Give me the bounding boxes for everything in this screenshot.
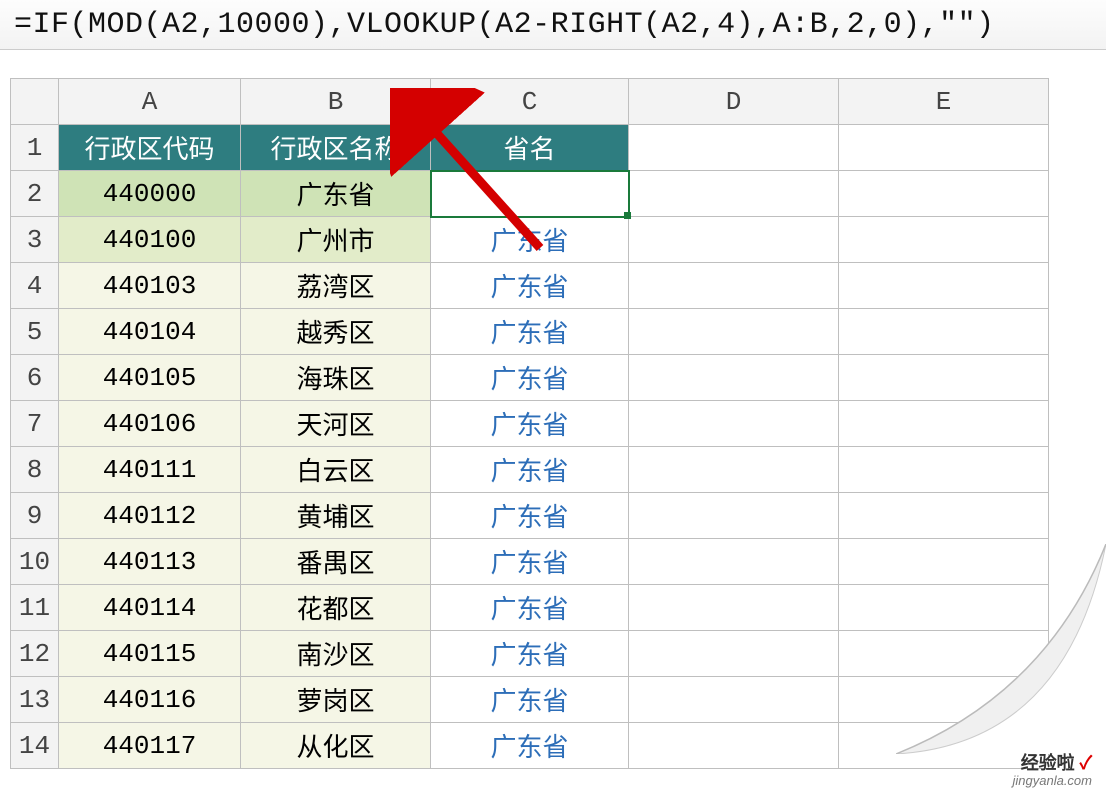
cell[interactable]: 从化区	[241, 723, 431, 769]
cell[interactable]	[629, 125, 839, 171]
col-header-d[interactable]: D	[629, 79, 839, 125]
cell[interactable]: 广东省	[431, 539, 629, 585]
cell[interactable]	[629, 677, 839, 723]
row-header[interactable]: 12	[11, 631, 59, 677]
check-icon: ✓	[1080, 753, 1092, 773]
cell[interactable]: 白云区	[241, 447, 431, 493]
cell[interactable]: 广东省	[431, 355, 629, 401]
cell[interactable]: 番禺区	[241, 539, 431, 585]
cell[interactable]	[629, 309, 839, 355]
cell[interactable]: 440000	[59, 171, 241, 217]
cell[interactable]: 广东省	[431, 493, 629, 539]
row-header[interactable]: 7	[11, 401, 59, 447]
cell[interactable]: 440115	[59, 631, 241, 677]
row-header[interactable]: 5	[11, 309, 59, 355]
cell[interactable]: 黄埔区	[241, 493, 431, 539]
cell[interactable]	[629, 631, 839, 677]
cell[interactable]	[839, 631, 1049, 677]
cell[interactable]	[839, 447, 1049, 493]
formula-bar[interactable]: =IF(MOD(A2,10000),VLOOKUP(A2-RIGHT(A2,4)…	[0, 0, 1106, 50]
watermark-url: jingyanla.com	[1013, 774, 1093, 788]
cell[interactable]: 花都区	[241, 585, 431, 631]
cell[interactable]	[629, 401, 839, 447]
cell[interactable]: 440117	[59, 723, 241, 769]
cell[interactable]	[629, 217, 839, 263]
cell[interactable]: 广东省	[431, 585, 629, 631]
cell[interactable]	[839, 171, 1049, 217]
cell[interactable]	[839, 217, 1049, 263]
cell[interactable]: 440113	[59, 539, 241, 585]
col-header-e[interactable]: E	[839, 79, 1049, 125]
formula-text: =IF(MOD(A2,10000),VLOOKUP(A2-RIGHT(A2,4)…	[14, 8, 995, 42]
cell[interactable]: 萝岗区	[241, 677, 431, 723]
cell[interactable]: 越秀区	[241, 309, 431, 355]
cell[interactable]	[839, 309, 1049, 355]
select-all-corner[interactable]	[11, 79, 59, 125]
row-header[interactable]: 13	[11, 677, 59, 723]
cell[interactable]	[839, 125, 1049, 171]
cell[interactable]	[629, 447, 839, 493]
row-header[interactable]: 1	[11, 125, 59, 171]
cell[interactable]	[839, 493, 1049, 539]
cell[interactable]	[629, 355, 839, 401]
active-cell[interactable]	[431, 171, 629, 217]
cell[interactable]	[629, 493, 839, 539]
cell[interactable]: 440111	[59, 447, 241, 493]
cell[interactable]: 440104	[59, 309, 241, 355]
cell[interactable]	[629, 263, 839, 309]
row-header[interactable]: 9	[11, 493, 59, 539]
cell[interactable]	[629, 585, 839, 631]
row-header[interactable]: 10	[11, 539, 59, 585]
row-header[interactable]: 2	[11, 171, 59, 217]
cell[interactable]: 广东省	[431, 217, 629, 263]
cell[interactable]: 440105	[59, 355, 241, 401]
cell[interactable]: 440106	[59, 401, 241, 447]
cell[interactable]	[839, 263, 1049, 309]
cell[interactable]: 广东省	[431, 723, 629, 769]
header-cell-b[interactable]: 行政区名称	[241, 125, 431, 171]
col-header-c[interactable]: C	[431, 79, 629, 125]
cell[interactable]: 荔湾区	[241, 263, 431, 309]
watermark: 经验啦 ✓ jingyanla.com	[1013, 754, 1093, 788]
watermark-text: 经验啦	[1021, 753, 1075, 773]
grid[interactable]: A B C D E 1 行政区代码 行政区名称 省名 2 440000 广东省 …	[10, 78, 1049, 769]
cell[interactable]: 440112	[59, 493, 241, 539]
row-header[interactable]: 8	[11, 447, 59, 493]
cell[interactable]: 440103	[59, 263, 241, 309]
cell[interactable]: 广东省	[241, 171, 431, 217]
cell[interactable]: 440116	[59, 677, 241, 723]
cell[interactable]	[839, 355, 1049, 401]
cell[interactable]: 南沙区	[241, 631, 431, 677]
col-header-a[interactable]: A	[59, 79, 241, 125]
cell[interactable]: 广州市	[241, 217, 431, 263]
header-cell-c[interactable]: 省名	[431, 125, 629, 171]
cell[interactable]	[629, 539, 839, 585]
cell[interactable]: 广东省	[431, 677, 629, 723]
row-header[interactable]: 14	[11, 723, 59, 769]
cell[interactable]	[629, 723, 839, 769]
cell[interactable]: 440114	[59, 585, 241, 631]
cell[interactable]	[839, 539, 1049, 585]
cell[interactable]: 440100	[59, 217, 241, 263]
cell[interactable]: 广东省	[431, 309, 629, 355]
col-header-b[interactable]: B	[241, 79, 431, 125]
cell[interactable]: 广东省	[431, 631, 629, 677]
cell[interactable]	[629, 171, 839, 217]
cell[interactable]: 海珠区	[241, 355, 431, 401]
row-header[interactable]: 11	[11, 585, 59, 631]
cell[interactable]	[839, 585, 1049, 631]
row-header[interactable]: 4	[11, 263, 59, 309]
header-cell-a[interactable]: 行政区代码	[59, 125, 241, 171]
row-header[interactable]: 6	[11, 355, 59, 401]
cell[interactable]: 广东省	[431, 401, 629, 447]
cell[interactable]	[839, 401, 1049, 447]
cell[interactable]: 天河区	[241, 401, 431, 447]
cell[interactable]: 广东省	[431, 447, 629, 493]
spreadsheet: A B C D E 1 行政区代码 行政区名称 省名 2 440000 广东省 …	[0, 50, 1106, 769]
cell[interactable]: 广东省	[431, 263, 629, 309]
cell[interactable]	[839, 677, 1049, 723]
row-header[interactable]: 3	[11, 217, 59, 263]
